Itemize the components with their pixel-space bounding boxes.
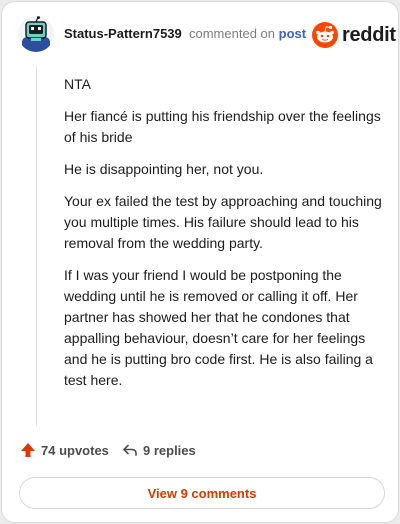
comment-paragraph: Your ex failed the test by approaching a…	[64, 193, 382, 251]
comment-card: Status-Pattern7539 commented on post red…	[1, 1, 399, 523]
user-avatar-icon[interactable]	[18, 16, 54, 52]
reddit-brand[interactable]: reddit	[312, 21, 396, 49]
comment-meta: commented on post	[189, 26, 306, 41]
post-link[interactable]: post	[279, 26, 306, 41]
comment-body: NTA Her fiancé is putting his friendship…	[64, 74, 384, 402]
reddit-logo-icon	[312, 22, 338, 48]
comment-actions: 74 upvotes 9 replies	[20, 442, 380, 464]
comment-paragraph: He is disappointing her, not you.	[64, 161, 264, 177]
upvote-arrow-icon	[21, 443, 35, 457]
upvote-count: 74 upvotes	[41, 442, 109, 458]
view-comments-button[interactable]: View 9 comments	[19, 477, 385, 509]
username-link[interactable]: Status-Pattern7539	[64, 26, 182, 41]
reply-count: 9 replies	[143, 442, 196, 458]
comment-paragraph: If I was your friend I would be postponi…	[64, 267, 373, 388]
replies-button[interactable]: 9 replies	[122, 442, 196, 458]
comment-paragraph: Her fiancé is putting his friendship ove…	[64, 108, 381, 145]
comment-paragraph: NTA	[64, 76, 91, 92]
action-text: commented on	[189, 26, 275, 41]
comment-header: Status-Pattern7539 commented on post red…	[2, 2, 398, 66]
reply-arrow-icon	[123, 444, 137, 456]
thread-line	[36, 66, 37, 426]
upvote-button[interactable]: 74 upvotes	[20, 442, 109, 458]
brand-wordmark: reddit	[342, 23, 396, 46]
